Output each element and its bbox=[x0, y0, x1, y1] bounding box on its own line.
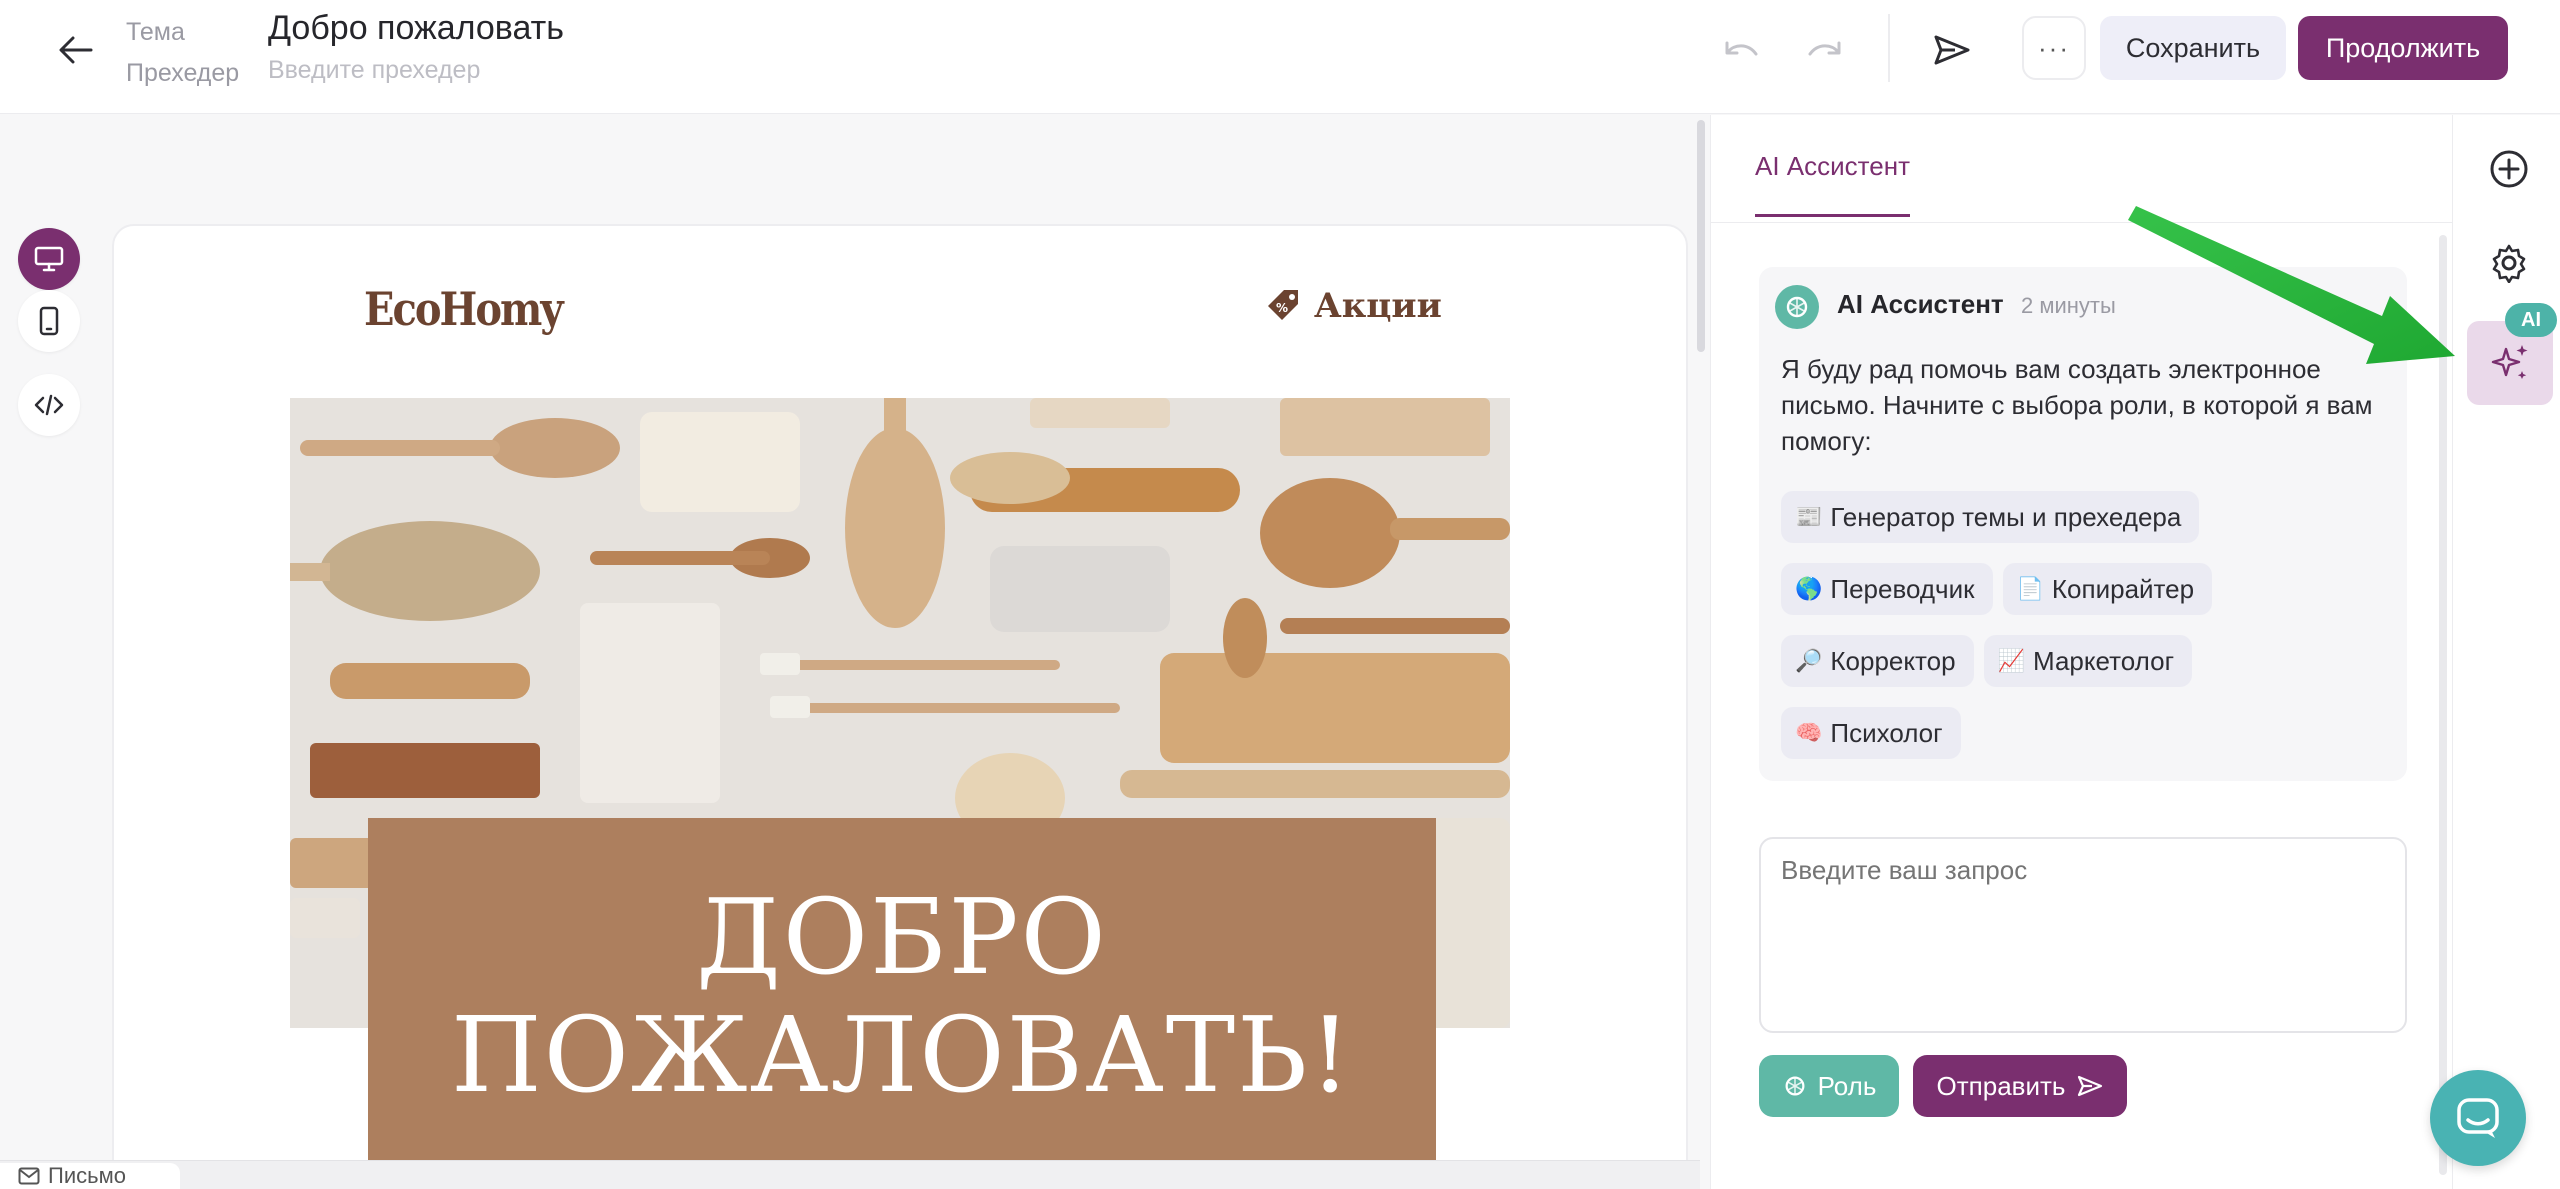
send-button-label: Отправить bbox=[1936, 1070, 2066, 1101]
more-button[interactable]: ··· bbox=[2022, 16, 2086, 80]
newspaper-icon: 📰 bbox=[1795, 504, 1823, 529]
back-button[interactable] bbox=[50, 28, 102, 72]
mobile-view-button[interactable] bbox=[18, 290, 80, 352]
role-chip-label: Копирайтер bbox=[2051, 573, 2195, 604]
preheader-label: Прехедер bbox=[126, 59, 240, 87]
save-button[interactable]: Сохранить bbox=[2100, 16, 2286, 80]
openai-icon bbox=[1786, 296, 1808, 318]
undo-icon bbox=[1725, 41, 1758, 56]
chart-up-icon: 📈 bbox=[1997, 648, 2026, 673]
monitor-icon bbox=[34, 246, 64, 272]
role-chip-copywriter[interactable]: 📄 Копирайтер bbox=[2002, 563, 2213, 615]
role-chip-proofreader[interactable]: 🔎 Корректор bbox=[1781, 635, 1974, 687]
role-chip-translator[interactable]: 🌎 Переводчик bbox=[1781, 563, 1993, 615]
canvas-scrollbar[interactable] bbox=[1697, 120, 1705, 352]
welcome-banner[interactable]: ДОБРО ПОЖАЛОВАТЬ! bbox=[368, 818, 1436, 1189]
sparkles-icon bbox=[2491, 345, 2528, 379]
assistant-avatar bbox=[1775, 285, 1819, 329]
role-chip-label: Психолог bbox=[1830, 717, 1943, 748]
paper-plane-icon bbox=[1934, 35, 1970, 65]
openai-icon bbox=[1785, 1076, 1805, 1096]
role-chip-label: Генератор темы и прехедера bbox=[1830, 501, 2182, 532]
meta-labels: Тема Прехедер bbox=[126, 12, 239, 94]
role-chip-label: Корректор bbox=[1830, 645, 1956, 676]
brain-icon: 🧠 bbox=[1795, 720, 1823, 745]
settings-button[interactable] bbox=[2481, 235, 2537, 291]
add-block-button[interactable] bbox=[2481, 141, 2537, 197]
message-time: 2 минуты bbox=[2021, 293, 2116, 318]
undo-button[interactable] bbox=[1716, 28, 1768, 72]
role-chips: 📰 Генератор темы и прехедера 🌎 Переводчи… bbox=[1781, 491, 2391, 759]
role-chip-psychologist[interactable]: 🧠 Психолог bbox=[1781, 707, 1961, 759]
right-rail: AI bbox=[2452, 115, 2560, 1189]
support-chat-button[interactable] bbox=[2430, 1070, 2526, 1166]
price-tag-icon: % bbox=[1268, 290, 1298, 320]
ai-badge: AI bbox=[2505, 303, 2557, 337]
role-chip-subject-generator[interactable]: 📰 Генератор темы и прехедера bbox=[1781, 491, 2200, 543]
role-chip-label: Переводчик bbox=[1830, 573, 1975, 604]
role-chip-marketer[interactable]: 📈 Маркетолог bbox=[1983, 635, 2193, 687]
chat-bubble-icon bbox=[2457, 1098, 2499, 1138]
meta-values: Добро пожаловать Введите прехедер bbox=[268, 6, 564, 90]
globe-icon: 🌎 bbox=[1795, 576, 1823, 601]
svg-text:%: % bbox=[1276, 301, 1288, 315]
send-test-button[interactable] bbox=[1926, 28, 1978, 72]
panel-scrollbar[interactable] bbox=[2439, 235, 2447, 1175]
welcome-line-2: ПОЖАЛОВАТЬ! bbox=[450, 994, 1354, 1116]
welcome-line-1: ДОБРО bbox=[696, 876, 1108, 998]
gear-icon bbox=[2492, 244, 2526, 283]
envelope-icon bbox=[18, 1167, 40, 1185]
role-chip-label: Маркетолог bbox=[2033, 645, 2175, 676]
green-arrow-annotation bbox=[2128, 206, 2455, 364]
eco-homy-logo[interactable]: EcoHomy bbox=[364, 282, 564, 336]
magnifier-icon: 🔎 bbox=[1795, 648, 1823, 673]
redo-icon bbox=[1808, 41, 1841, 56]
arrow-left-icon bbox=[59, 36, 93, 64]
code-view-button[interactable] bbox=[18, 374, 80, 436]
continue-button[interactable]: Продолжить bbox=[2298, 16, 2508, 80]
preheader-field[interactable]: Введите прехедер bbox=[268, 50, 564, 90]
promo-link-label: Акции bbox=[1314, 286, 1442, 326]
code-icon bbox=[34, 394, 64, 416]
message-author: AI Ассистент bbox=[1837, 289, 2004, 319]
role-button-label: Роль bbox=[1817, 1070, 1877, 1101]
prompt-input[interactable] bbox=[1759, 837, 2407, 1033]
paper-plane-icon bbox=[2078, 1075, 2103, 1097]
smartphone-icon bbox=[39, 306, 59, 336]
tab-email-label: Письмо bbox=[48, 1163, 126, 1188]
subject-field[interactable]: Добро пожаловать bbox=[268, 6, 564, 50]
send-button[interactable]: Отправить bbox=[1913, 1055, 2127, 1117]
role-button[interactable]: Роль bbox=[1759, 1055, 1899, 1117]
email-canvas[interactable]: EcoHomy % Акции ДОБРО ПОЖАЛОВАТЬ! bbox=[112, 224, 1688, 1189]
redo-button[interactable] bbox=[1798, 28, 1850, 72]
document-icon: 📄 bbox=[2016, 576, 2044, 601]
promo-link[interactable]: % Акции bbox=[1264, 286, 1442, 326]
editor-header: Тема Прехедер Добро пожаловать Введите п… bbox=[0, 0, 2560, 114]
tab-email[interactable]: Письмо bbox=[0, 1163, 180, 1189]
plus-circle-icon bbox=[2490, 150, 2528, 188]
tab-ai-assistant[interactable]: AI Ассистент bbox=[1755, 151, 1910, 217]
header-divider bbox=[1888, 14, 1890, 82]
bottom-tab-strip: Письмо bbox=[0, 1160, 1700, 1189]
subject-label: Тема bbox=[126, 18, 185, 46]
desktop-view-button[interactable] bbox=[18, 228, 80, 290]
